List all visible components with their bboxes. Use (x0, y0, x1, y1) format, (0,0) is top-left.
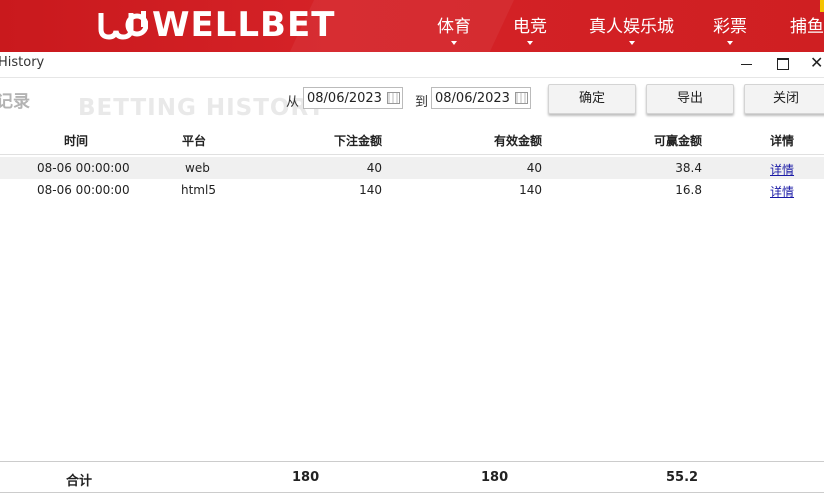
total-bet: 180 (292, 470, 320, 485)
caret-down-icon (451, 41, 457, 45)
cell-win: 16.8 (675, 183, 702, 197)
nav-label: 真人娱乐城 (589, 17, 674, 37)
caret-down-icon (727, 41, 733, 45)
caret-down-icon (628, 41, 635, 45)
filter-toolbar: 记录 BETTING HISTORY 从 到 确定 导出 关闭 (0, 79, 824, 121)
col-platform: 平台 (182, 134, 207, 148)
confirm-button[interactable]: 确定 (548, 84, 636, 114)
maximize-icon[interactable] (773, 55, 793, 73)
cell-valid: 140 (519, 183, 542, 197)
col-valid-amount: 有效金额 (493, 134, 542, 148)
table-footer-totals: 合计 180 180 55.2 (0, 461, 824, 493)
nav-label: 电竞 (513, 17, 547, 37)
close-button[interactable]: 关闭 (744, 84, 824, 114)
minimize-icon[interactable] (737, 55, 757, 73)
page-title: 记录 (0, 92, 30, 112)
table-header: 时间 平台 下注金额 有效金额 可赢金额 详情 (0, 125, 824, 155)
table-row: 08-06 00:00:00 web 40 40 38.4 详情 (0, 157, 824, 179)
from-label: 从 (286, 95, 300, 110)
cell-platform: html5 (181, 183, 216, 197)
nav-item-live-casino[interactable]: 真人娱乐城 (589, 12, 674, 45)
cell-platform: web (185, 161, 210, 175)
detail-link[interactable]: 详情 (770, 185, 794, 199)
cell-detail: 详情 (770, 161, 794, 178)
cell-time: 08-06 00:00:00 (37, 161, 130, 175)
nav-label: 捕鱼 (790, 17, 824, 37)
detail-link[interactable]: 详情 (770, 163, 794, 177)
nav-label: 彩票 (713, 17, 747, 37)
cell-bet: 140 (359, 183, 382, 197)
nav-item-fishing[interactable]: 捕鱼 (790, 12, 824, 37)
caret-down-icon (527, 41, 533, 45)
close-icon[interactable]: ✕ (810, 55, 824, 73)
nav-item-sports[interactable]: 体育 (437, 12, 471, 45)
table-row: 08-06 00:00:00 html5 140 140 16.8 详情 (0, 179, 824, 201)
nav-item-esports[interactable]: 电竞 (513, 12, 547, 45)
total-valid: 180 (481, 470, 509, 485)
window-titlebar: History ✕ (0, 52, 824, 78)
calendar-icon[interactable] (387, 92, 400, 104)
window-title: History (0, 55, 45, 70)
total-win: 55.2 (666, 470, 699, 485)
col-bet-amount: 下注金额 (333, 134, 382, 148)
calendar-icon[interactable] (515, 92, 528, 104)
nav-item-lottery[interactable]: 彩票 (713, 12, 747, 45)
cell-detail: 详情 (770, 183, 794, 200)
total-label: 合计 (66, 474, 93, 489)
nav-label: 体育 (437, 17, 471, 37)
cell-time: 08-06 00:00:00 (37, 183, 130, 197)
col-time: 时间 (64, 134, 89, 148)
main-nav: 体育 电竞 真人娱乐城 彩票 捕鱼 (0, 0, 824, 52)
export-button[interactable]: 导出 (646, 84, 734, 114)
notification-badge (820, 0, 824, 12)
col-win-amount: 可赢金额 (653, 134, 702, 148)
col-detail: 详情 (770, 134, 795, 148)
cell-win: 38.4 (675, 161, 702, 175)
cell-valid: 40 (526, 161, 542, 175)
cell-bet: 40 (366, 161, 382, 175)
to-label: 到 (415, 95, 429, 110)
site-header: WELLBET 体育 电竞 真人娱乐城 彩票 捕鱼 (0, 0, 824, 52)
